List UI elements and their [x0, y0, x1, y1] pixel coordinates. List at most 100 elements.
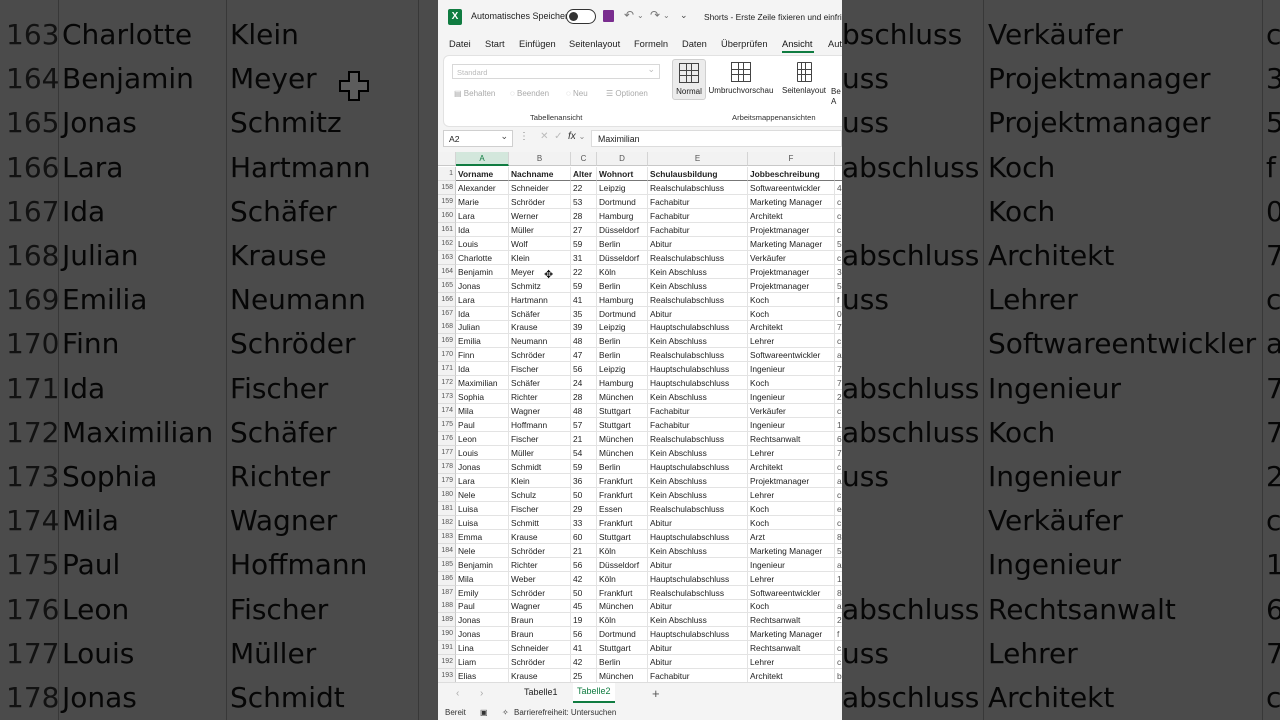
table-cell[interactable]: Maximilian	[456, 376, 509, 391]
table-cell[interactable]: 21	[571, 432, 597, 447]
table-cell[interactable]: 50	[571, 487, 597, 502]
table-cell[interactable]: Projektmanager	[748, 264, 835, 279]
table-cell[interactable]: Projektmanager	[748, 278, 835, 293]
table-cell[interactable]: Berlin	[597, 278, 648, 293]
table-cell[interactable]: Leipzig	[597, 320, 648, 335]
table-cell[interactable]: Koch	[748, 292, 835, 307]
exit-sheet-view-button[interactable]: ◌ Beenden	[510, 89, 549, 98]
header-cell[interactable]: Jobbeschreibung	[748, 167, 835, 181]
table-cell[interactable]: Lara	[456, 473, 509, 488]
row-number[interactable]: 178	[438, 459, 456, 474]
table-cell[interactable]: Frankfurt	[597, 487, 648, 502]
table-cell[interactable]: Müller	[509, 222, 571, 237]
table-cell[interactable]: Jonas	[456, 613, 509, 628]
table-cell[interactable]: Marketing Manager	[748, 543, 835, 558]
table-cell[interactable]: 22	[571, 180, 597, 195]
table-cell[interactable]: Jonas	[456, 459, 509, 474]
table-cell[interactable]: Hauptschulabschluss	[648, 529, 748, 544]
table-cell[interactable]: 8	[835, 530, 842, 544]
prev-sheet-icon[interactable]: ‹	[456, 688, 459, 699]
table-cell[interactable]: Verkäufer	[748, 250, 835, 265]
table-cell[interactable]: Dortmund	[597, 627, 648, 642]
table-cell[interactable]: Marketing Manager	[748, 194, 835, 209]
table-cell[interactable]: Liam	[456, 655, 509, 670]
next-sheet-icon[interactable]: ›	[480, 688, 483, 699]
table-cell[interactable]: Schröder	[509, 543, 571, 558]
table-cell[interactable]: Schneider	[509, 641, 571, 656]
add-sheet-button[interactable]: +	[652, 686, 660, 701]
table-cell[interactable]: c	[835, 223, 842, 237]
table-cell[interactable]: 41	[571, 641, 597, 656]
table-cell[interactable]: Hauptschulabschluss	[648, 376, 748, 391]
table-cell[interactable]: Hoffmann	[509, 418, 571, 433]
table-cell[interactable]: Braun	[509, 627, 571, 642]
row-number[interactable]: 158	[438, 180, 456, 195]
table-cell[interactable]: Schäfer	[509, 306, 571, 321]
table-cell[interactable]: Dortmund	[597, 194, 648, 209]
header-cell[interactable]: Nachname	[509, 167, 571, 181]
row-number[interactable]: 174	[438, 404, 456, 419]
table-cell[interactable]: Düsseldorf	[597, 222, 648, 237]
tab-tabelle2[interactable]: Tabelle2	[573, 683, 615, 703]
table-cell[interactable]: Müller	[509, 446, 571, 460]
table-cell[interactable]: Koch	[748, 501, 835, 516]
table-cell[interactable]: Dortmund	[597, 306, 648, 321]
table-cell[interactable]: Abitur	[648, 599, 748, 614]
table-cell[interactable]: Düsseldorf	[597, 250, 648, 265]
table-cell[interactable]: Nele	[456, 487, 509, 502]
undo-dropdown-icon[interactable]: ⌄	[637, 11, 644, 20]
table-cell[interactable]: Leipzig	[597, 180, 648, 195]
cancel-icon[interactable]: ✕	[540, 131, 548, 142]
table-cell[interactable]: Paul	[456, 599, 509, 614]
table-cell[interactable]: Schröder	[509, 194, 571, 209]
formula-input[interactable]: Maximilian	[591, 130, 842, 147]
tab-tabelle1[interactable]: Tabelle1	[524, 687, 558, 697]
new-sheet-view-button[interactable]: ◌ Neu	[566, 89, 588, 98]
tab-automate[interactable]: Aut	[828, 39, 842, 49]
table-cell[interactable]: Hamburg	[597, 292, 648, 307]
table-cell[interactable]: Kein Abschluss	[648, 487, 748, 502]
table-cell[interactable]: c	[835, 209, 842, 223]
table-cell[interactable]: Koch	[748, 515, 835, 530]
keep-sheet-view-button[interactable]: ▤ Behalten	[454, 89, 495, 98]
table-cell[interactable]: Fachabitur	[648, 194, 748, 209]
name-box[interactable]: A2	[443, 128, 513, 147]
undo-icon[interactable]: ↶	[624, 8, 634, 22]
table-cell[interactable]: Fachabitur	[648, 669, 748, 682]
table-cell[interactable]: Hamburg	[597, 376, 648, 391]
table-cell[interactable]: f	[835, 293, 842, 307]
row-number[interactable]: 172	[438, 376, 456, 391]
table-cell[interactable]: Wagner	[509, 599, 571, 614]
page-layout-button[interactable]: Seitenlayout	[780, 59, 828, 95]
table-cell[interactable]: Klein	[509, 250, 571, 265]
row-number[interactable]: 183	[438, 529, 456, 544]
table-cell[interactable]: 47	[571, 348, 597, 363]
column-header-a[interactable]: A	[456, 152, 509, 166]
table-cell[interactable]: 1	[835, 418, 842, 433]
table-cell[interactable]: c	[835, 404, 842, 419]
table-cell[interactable]: Rechtsanwalt	[748, 641, 835, 656]
table-cell[interactable]: Rechtsanwalt	[748, 432, 835, 447]
table-cell[interactable]: 57	[571, 418, 597, 433]
table-cell[interactable]: Abitur	[648, 515, 748, 530]
save-icon[interactable]	[603, 10, 614, 22]
table-cell[interactable]: 2	[835, 390, 842, 405]
enter-icon[interactable]: ✓	[554, 131, 562, 142]
table-cell[interactable]: a	[835, 599, 842, 614]
table-cell[interactable]: Richter	[509, 557, 571, 572]
table-cell[interactable]: Wagner	[509, 404, 571, 419]
table-cell[interactable]: Weber	[509, 571, 571, 586]
table-cell[interactable]: 24	[571, 376, 597, 391]
row-number[interactable]: 173	[438, 390, 456, 405]
table-cell[interactable]: Luisa	[456, 515, 509, 530]
table-cell[interactable]: München	[597, 599, 648, 614]
table-cell[interactable]: Koch	[748, 376, 835, 391]
table-cell[interactable]: c	[835, 460, 842, 474]
table-cell[interactable]: 48	[571, 404, 597, 419]
table-cell[interactable]: Realschulabschluss	[648, 292, 748, 307]
table-cell[interactable]: Schröder	[509, 348, 571, 363]
row-number[interactable]: 193	[438, 669, 456, 682]
table-cell[interactable]: Abitur	[648, 655, 748, 670]
header-cell[interactable]: Schulausbildung	[648, 167, 748, 181]
table-cell[interactable]: Wolf	[509, 236, 571, 251]
